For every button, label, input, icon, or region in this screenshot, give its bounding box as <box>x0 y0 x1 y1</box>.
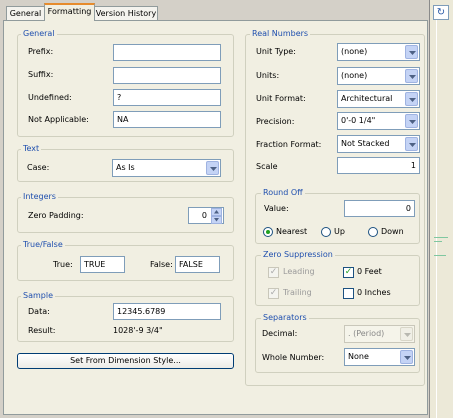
false-field[interactable]: FALSE <box>175 256 220 273</box>
refresh-icon[interactable]: ↻ <box>433 5 449 20</box>
suffix-label: Suffix: <box>28 70 54 79</box>
units-value: (none) <box>341 71 368 80</box>
group-title: Text <box>21 144 42 154</box>
side-panel <box>429 0 453 418</box>
group-title: Separators <box>261 313 309 323</box>
fraction-format-value: Not Stacked <box>341 139 390 148</box>
guide-line <box>434 255 446 256</box>
chevron-down-icon[interactable] <box>405 137 418 151</box>
chevron-down-icon[interactable] <box>405 69 418 83</box>
whole-number-value: None <box>348 352 369 361</box>
chevron-down-icon[interactable] <box>405 114 418 128</box>
round-off-up-radio[interactable] <box>321 227 331 237</box>
zero-feet-label: 0 Feet <box>357 267 382 276</box>
data-label: Data: <box>28 307 50 316</box>
true-label: True: <box>53 260 73 269</box>
round-off-up-label: Up <box>334 227 345 236</box>
group-title: Zero Suppression <box>261 250 335 260</box>
leading-label: Leading <box>283 267 315 276</box>
precision-dropdown[interactable]: 0'-0 1/4" <box>337 112 420 130</box>
scale-field[interactable]: 1 <box>337 157 420 174</box>
case-value: As Is <box>116 163 135 172</box>
chevron-down-icon[interactable] <box>405 92 418 106</box>
zero-inches-label: 0 Inches <box>357 288 391 297</box>
unit-type-value: (none) <box>341 47 368 56</box>
undefined-label: Undefined: <box>28 93 72 102</box>
prefix-field[interactable] <box>113 44 221 61</box>
chevron-down-icon[interactable] <box>400 327 413 341</box>
units-dropdown[interactable]: (none) <box>337 67 420 85</box>
result-label: Result: <box>28 326 56 335</box>
whole-number-dropdown[interactable]: None <box>344 348 415 366</box>
tab-general[interactable]: General <box>6 6 45 21</box>
round-off-down-radio[interactable] <box>368 227 378 237</box>
suffix-field[interactable] <box>113 67 221 84</box>
zero-inches-checkbox[interactable] <box>343 288 354 299</box>
case-label: Case: <box>27 163 50 172</box>
true-field[interactable]: TRUE <box>80 256 125 273</box>
stepper-down-button[interactable] <box>211 216 222 224</box>
stepper-up-button[interactable] <box>211 208 222 216</box>
unit-type-label: Unit Type: <box>256 47 296 56</box>
sample-result-value: 1028'-9 3/4" <box>113 326 163 335</box>
group-title: Integers <box>21 192 58 202</box>
unit-type-dropdown[interactable]: (none) <box>337 43 420 61</box>
units-label: Units: <box>256 71 280 80</box>
trailing-label: Trailing <box>283 288 312 297</box>
guide-line <box>434 237 448 238</box>
prefix-label: Prefix: <box>28 47 54 56</box>
guide-line <box>434 241 442 242</box>
not-applicable-label: Not Applicable: <box>28 115 89 124</box>
precision-value: 0'-0 1/4" <box>341 116 376 125</box>
zero-padding-stepper[interactable]: 0 <box>188 207 224 224</box>
panel-divider <box>436 20 437 418</box>
round-off-down-label: Down <box>381 227 404 236</box>
group-title: Sample <box>21 291 55 301</box>
fraction-format-dropdown[interactable]: Not Stacked <box>337 135 420 153</box>
unit-format-dropdown[interactable]: Architectural <box>337 90 420 108</box>
chevron-down-icon[interactable] <box>400 350 413 364</box>
trailing-checkbox[interactable]: ✓ <box>268 288 279 299</box>
false-label: False: <box>150 260 173 269</box>
chevron-down-icon[interactable] <box>405 45 418 59</box>
zero-padding-value: 0 <box>201 211 207 220</box>
round-off-nearest-label: Nearest <box>276 227 308 236</box>
round-off-value-field[interactable]: 0 <box>344 200 415 217</box>
undefined-field[interactable]: ? <box>113 89 221 106</box>
set-from-dimension-style-button[interactable]: Set From Dimension Style... <box>17 353 234 369</box>
group-title: Round Off <box>261 188 305 198</box>
group-title: General <box>21 29 57 39</box>
group-title: Real Numbers <box>250 29 311 39</box>
sample-data-field[interactable]: 12345.6789 <box>113 303 221 320</box>
decimal-value: . (Period) <box>348 329 385 338</box>
chevron-down-icon[interactable] <box>206 161 219 175</box>
decimal-label: Decimal: <box>262 329 298 338</box>
check-icon: ✓ <box>269 288 278 298</box>
zero-padding-label: Zero Padding: <box>28 211 84 220</box>
decimal-dropdown[interactable]: . (Period) <box>344 325 415 343</box>
whole-number-label: Whole Number: <box>262 353 325 362</box>
leading-checkbox[interactable]: ✓ <box>268 267 279 278</box>
round-off-nearest-radio[interactable] <box>263 227 273 237</box>
zero-feet-checkbox[interactable]: ✓ <box>343 267 354 278</box>
zero-suppression-group <box>255 255 420 306</box>
group-title: True/False <box>21 240 65 250</box>
not-applicable-field[interactable]: NA <box>113 111 221 128</box>
precision-label: Precision: <box>256 117 295 126</box>
check-icon: ✓ <box>344 267 353 277</box>
case-dropdown[interactable]: As Is <box>112 159 221 177</box>
unit-format-value: Architectural <box>341 94 393 103</box>
scale-label: Scale <box>256 162 278 171</box>
unit-format-label: Unit Format: <box>256 94 306 103</box>
tab-formatting[interactable]: Formatting <box>44 3 95 21</box>
tab-version-history[interactable]: Version History <box>94 6 158 21</box>
check-icon: ✓ <box>269 267 278 277</box>
fraction-format-label: Fraction Format: <box>256 140 322 149</box>
round-off-value-label: Value: <box>264 204 289 213</box>
